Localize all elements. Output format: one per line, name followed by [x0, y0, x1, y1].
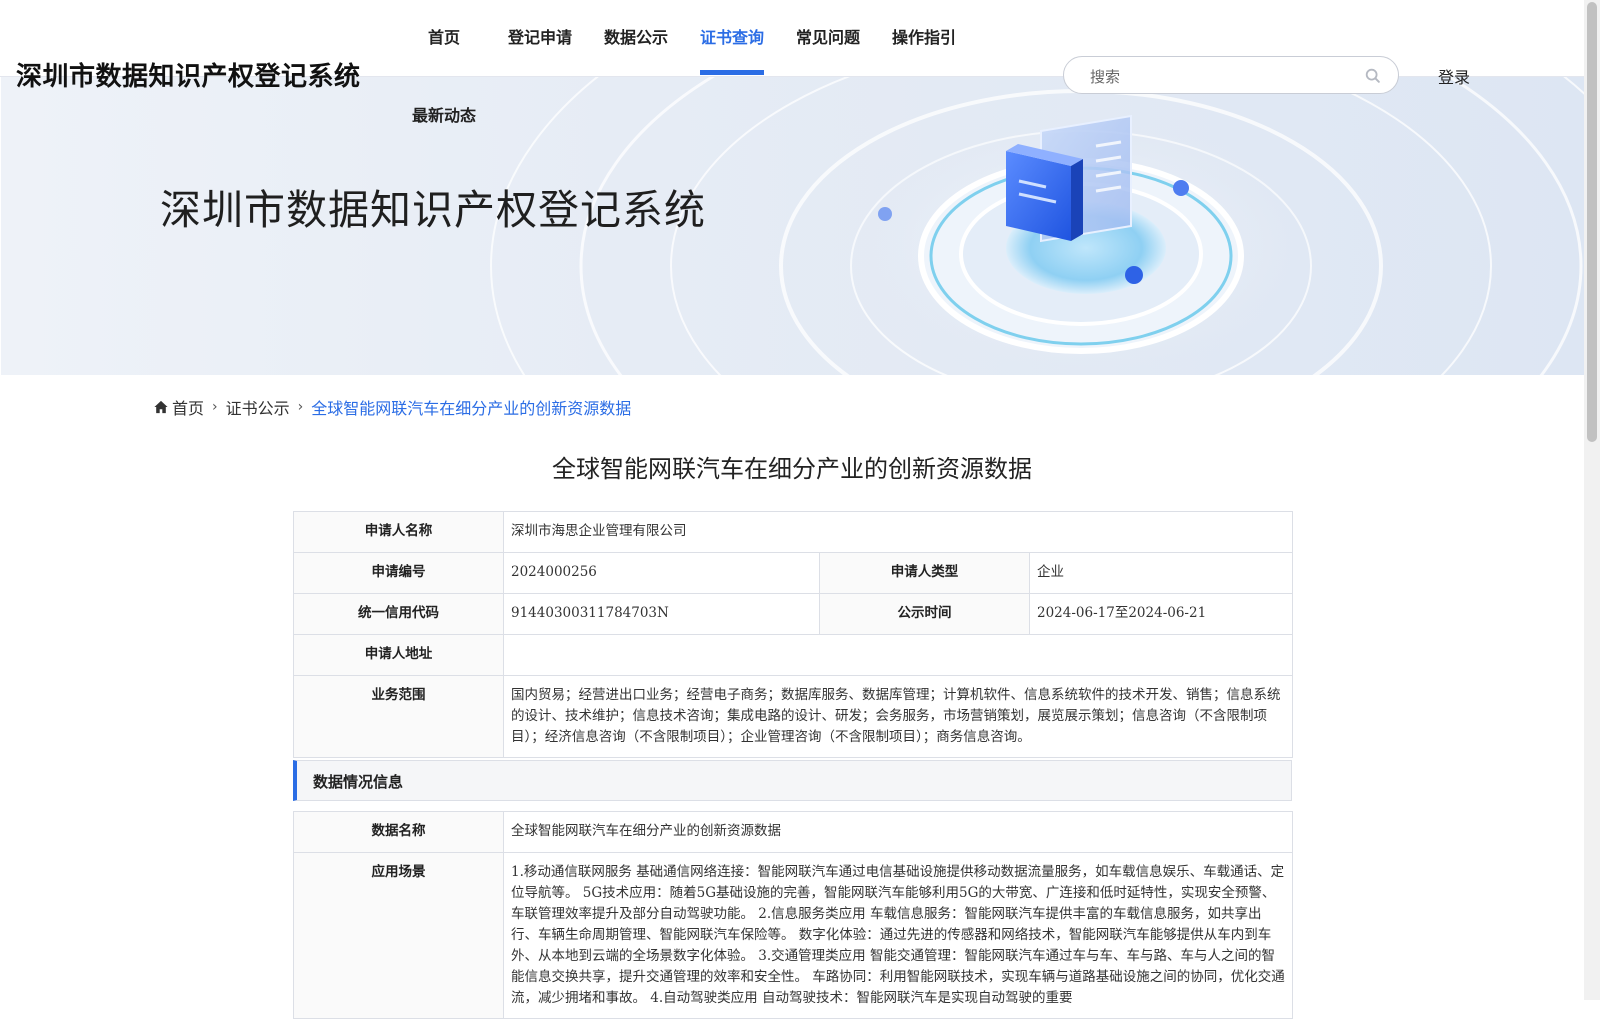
table-row: 应用场景 1.移动通信联网服务 基础通信网络连接：智能网联汽车通过电信基础设施提… — [293, 852, 1293, 1019]
table-row: 统一信用代码 91440300311784703N 公示时间 2024-06-1… — [293, 593, 1293, 635]
chevron-right-icon: › — [297, 399, 304, 415]
breadcrumb-home[interactable]: 首页 — [172, 395, 204, 419]
applicant-address-value — [503, 634, 1293, 676]
credit-code-label: 统一信用代码 — [293, 593, 504, 635]
business-scope-label: 业务范围 — [293, 675, 504, 758]
chevron-right-icon: › — [212, 399, 218, 415]
search-icon[interactable] — [1364, 67, 1382, 85]
application-scene-label: 应用场景 — [293, 852, 504, 1019]
search-box — [1063, 56, 1399, 94]
banner-title: 深圳市数据知识产权登记系统 — [160, 186, 706, 234]
breadcrumb-certificate-publicity[interactable]: 证书公示 — [226, 395, 290, 419]
nav-item-guide[interactable]: 操作指引 — [892, 24, 956, 48]
scrollbar-thumb[interactable] — [1587, 2, 1597, 442]
data-info-table: 数据名称 全球智能网联汽车在细分产业的创新资源数据 应用场景 1.移动通信联网服… — [293, 811, 1293, 1019]
data-name-label: 数据名称 — [293, 811, 504, 853]
table-row: 申请人地址 — [293, 634, 1293, 676]
nav-active-indicator — [700, 70, 764, 75]
publicity-time-value: 2024-06-17至2024-06-21 — [1029, 593, 1293, 635]
application-number-value: 2024000256 — [503, 552, 820, 594]
applicant-address-label: 申请人地址 — [293, 634, 504, 676]
table-row: 数据名称 全球智能网联汽车在细分产业的创新资源数据 — [293, 811, 1293, 853]
applicant-name-label: 申请人名称 — [293, 511, 504, 553]
data-name-value: 全球智能网联汽车在细分产业的创新资源数据 — [503, 811, 1293, 853]
search-input[interactable] — [1088, 65, 1352, 89]
nav-item-latest-news[interactable]: 最新动态 — [412, 102, 476, 126]
nav-item-faq[interactable]: 常见问题 — [796, 24, 860, 48]
table-row: 业务范围 国内贸易；经营进出口业务；经营电子商务；数据库服务、数据库管理；计算机… — [293, 675, 1293, 758]
business-scope-value: 国内贸易；经营进出口业务；经营电子商务；数据库服务、数据库管理；计算机软件、信息… — [503, 675, 1293, 758]
hero-banner: 深圳市数据知识产权登记系统 — [1, 76, 1584, 375]
nav-item-data-publicity[interactable]: 数据公示 — [604, 24, 668, 48]
publicity-time-label: 公示时间 — [819, 593, 1030, 635]
nav-item-home[interactable]: 首页 — [428, 24, 460, 48]
nav-item-certificate-query[interactable]: 证书查询 — [700, 24, 764, 48]
applicant-name-value: 深圳市海思企业管理有限公司 — [503, 511, 1293, 553]
table-row: 申请人名称 深圳市海思企业管理有限公司 — [293, 511, 1293, 553]
page-scrollbar[interactable] — [1584, 0, 1600, 1000]
login-link[interactable]: 登录 — [1438, 64, 1470, 88]
section-heading: 数据情况信息 — [293, 760, 1292, 801]
home-icon — [154, 400, 168, 414]
applicant-type-value: 企业 — [1029, 552, 1293, 594]
breadcrumb-current: 全球智能网联汽车在细分产业的创新资源数据 — [311, 399, 632, 418]
application-scene-value: 1.移动通信联网服务 基础通信网络连接：智能网联汽车通过电信基础设施提供移动数据… — [503, 852, 1293, 1019]
applicant-type-label: 申请人类型 — [819, 552, 1030, 594]
breadcrumb: 首页 › 证书公示 › 全球智能网联汽车在细分产业的创新资源数据 — [154, 395, 631, 419]
table-row: 申请编号 2024000256 申请人类型 企业 — [293, 552, 1293, 594]
application-number-label: 申请编号 — [293, 552, 504, 594]
credit-code-value: 91440300311784703N — [503, 593, 820, 635]
page-title: 全球智能网联汽车在细分产业的创新资源数据 — [552, 455, 1032, 483]
nav-item-register-apply[interactable]: 登记申请 — [508, 24, 572, 48]
applicant-info-table: 申请人名称 深圳市海思企业管理有限公司 申请编号 2024000256 申请人类… — [293, 511, 1293, 758]
site-title: 深圳市数据知识产权登记系统 — [16, 62, 361, 92]
